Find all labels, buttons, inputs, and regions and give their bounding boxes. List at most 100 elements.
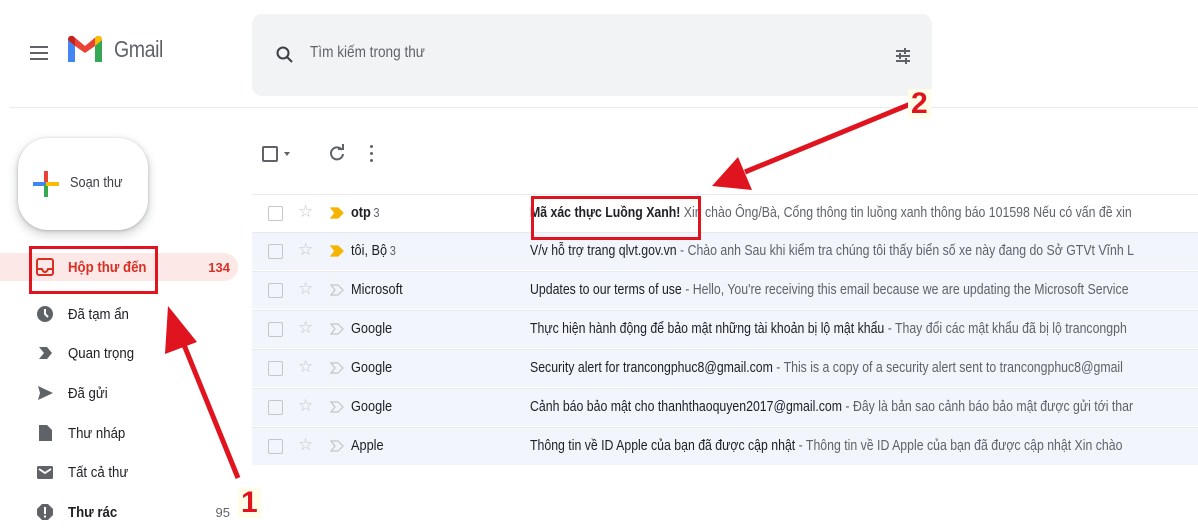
email-snippet: Hello, You're receiving this email becau…	[692, 281, 1129, 298]
star-icon[interactable]: ☆	[298, 357, 313, 377]
email-snippet: This is a copy of a security alert sent …	[783, 359, 1123, 376]
email-row[interactable]: ☆ Apple Thông tin về ID Apple của bạn đã đ…	[252, 427, 1198, 465]
star-icon[interactable]: ☆	[298, 202, 313, 222]
search-icon[interactable]	[276, 46, 294, 64]
annotation-arrowhead-2	[712, 157, 752, 190]
thread-count: 3	[389, 243, 396, 258]
sender-name: Google	[351, 320, 393, 337]
email-subject: V/v hỗ trợ trang qlvt.gov.vn	[530, 242, 677, 259]
sender-name: Google	[351, 398, 393, 415]
important-marker-icon[interactable]	[330, 206, 344, 220]
sidebar-item-label: Đã tạm ẩn	[68, 305, 129, 323]
star-icon[interactable]: ☆	[298, 435, 313, 455]
email-sender: Google	[351, 320, 395, 337]
sender-name: otp	[351, 204, 371, 221]
sidebar-item-label: Thư nháp	[68, 424, 126, 442]
important-marker-icon[interactable]	[330, 400, 344, 414]
email-snippet: Chào anh Sau khi kiểm tra chúng tôi thấy…	[687, 242, 1134, 259]
email-subject: Updates to our terms of use	[530, 281, 682, 298]
sender-name: Google	[351, 359, 393, 376]
sidebar-item-label: Đã gửi	[68, 384, 108, 402]
annotation-box-subject	[531, 196, 701, 240]
email-sender: otp 3	[351, 204, 380, 221]
email-content: V/v hỗ trợ trang qlvt.gov.vn - Chào anh …	[530, 242, 1178, 259]
row-checkbox[interactable]	[268, 283, 283, 298]
email-snippet: Thông tin về ID Apple của bạn đã được cậ…	[805, 437, 1123, 454]
sidebar-item-drafts[interactable]: Thư nháp	[0, 419, 238, 447]
star-icon[interactable]: ☆	[298, 279, 313, 299]
sender-name: tôi, Bộ	[351, 242, 388, 259]
sidebar-item-spam[interactable]: Thư rác 95	[0, 498, 238, 526]
annotation-label-1: 1	[238, 488, 261, 518]
search-bar[interactable]	[252, 14, 932, 96]
star-icon[interactable]: ☆	[298, 318, 313, 338]
email-sender: Google	[351, 398, 395, 415]
email-content: Cảnh báo bảo mật cho thanhthaoquyen2017@…	[530, 398, 1178, 415]
gmail-m-icon	[68, 35, 102, 62]
select-all-checkbox[interactable]	[262, 146, 278, 162]
email-sender: Microsoft	[351, 281, 405, 298]
important-marker-icon[interactable]	[330, 283, 344, 297]
email-content: Thông tin về ID Apple của bạn đã được cậ…	[530, 437, 1178, 454]
compose-button[interactable]: Soạn thư	[18, 138, 148, 230]
email-content: Updates to our terms of use - Hello, You…	[530, 281, 1178, 298]
email-row[interactable]: ☆ Google Thực hiện hành động để bảo mật nh…	[252, 310, 1198, 348]
row-checkbox[interactable]	[268, 244, 283, 259]
sidebar-item-label: Thư rác	[68, 503, 118, 521]
search-input[interactable]	[310, 44, 735, 62]
search-options-icon[interactable]	[894, 47, 912, 65]
gmail-logo[interactable]: Gmail	[66, 34, 172, 64]
refresh-icon[interactable]	[328, 144, 346, 162]
select-dropdown-icon[interactable]	[284, 152, 290, 156]
important-icon	[39, 347, 52, 359]
draft-icon	[39, 425, 52, 441]
email-row[interactable]: ☆ tôi, Bộ 3 V/v hỗ trợ trang qlvt.gov.vn - …	[252, 232, 1198, 270]
row-checkbox[interactable]	[268, 400, 283, 415]
email-snippet: Đây là bản sao cảnh báo bảo mật được gửi…	[852, 398, 1134, 415]
subject-separator: -	[842, 398, 853, 415]
annotation-arrow-2	[744, 100, 914, 175]
sender-name: Apple	[351, 437, 384, 454]
important-marker-icon[interactable]	[330, 439, 344, 453]
more-options-icon[interactable]	[368, 142, 374, 164]
email-sender: Apple	[351, 437, 386, 454]
annotation-box-inbox	[29, 246, 158, 294]
app-name: Gmail	[114, 35, 163, 62]
sender-name: Microsoft	[351, 281, 403, 298]
email-snippet: Xin chào Ông/Bà, Cổng thông tin luồng xa…	[683, 204, 1132, 221]
sidebar-item-label: Tất cả thư	[68, 463, 129, 481]
email-row[interactable]: ☆ Google Cảnh báo bảo mật cho thanhthaoquy…	[252, 388, 1198, 426]
thread-count: 3	[373, 205, 380, 220]
sidebar-item-all-mail[interactable]: Tất cả thư	[0, 458, 238, 486]
sidebar-item-snoozed[interactable]: Đã tạm ẩn	[0, 300, 238, 328]
row-checkbox[interactable]	[268, 322, 283, 337]
important-marker-icon[interactable]	[330, 322, 344, 336]
plus-icon	[33, 171, 59, 197]
email-row[interactable]: ☆ Microsoft Updates to our terms of use - …	[252, 271, 1198, 309]
subject-separator: -	[681, 281, 693, 298]
email-subject: Cảnh báo bảo mật cho thanhthaoquyen2017@…	[530, 398, 843, 415]
sidebar-item-important[interactable]: Quan trọng	[0, 339, 238, 367]
sidebar-item-label: Quan trọng	[68, 344, 135, 362]
email-sender: tôi, Bộ 3	[351, 242, 396, 259]
star-icon[interactable]: ☆	[298, 240, 313, 260]
row-checkbox[interactable]	[268, 439, 283, 454]
email-snippet: Thay đổi các mật khẩu đã bị lộ trancongp…	[894, 320, 1127, 337]
important-marker-icon[interactable]	[330, 244, 344, 258]
star-icon[interactable]: ☆	[298, 396, 313, 416]
row-checkbox[interactable]	[268, 206, 283, 221]
compose-label: Soạn thư	[70, 174, 123, 191]
clock-icon	[37, 306, 53, 322]
subject-separator: -	[884, 320, 895, 337]
subject-separator: -	[795, 437, 806, 454]
important-marker-icon[interactable]	[330, 361, 344, 375]
row-checkbox[interactable]	[268, 361, 283, 376]
sidebar-item-sent[interactable]: Đã gửi	[0, 379, 238, 407]
spam-icon	[37, 504, 53, 520]
main-menu-icon[interactable]	[30, 46, 50, 62]
email-row[interactable]: ☆ otp 3 Mã xác thực Luồng Xanh! Xin chào Ôn…	[252, 194, 1198, 232]
send-icon	[38, 386, 53, 400]
subject-separator: -	[772, 359, 784, 376]
email-row[interactable]: ☆ Google Security alert for trancongphuc8@…	[252, 349, 1198, 387]
email-sender: Google	[351, 359, 395, 376]
